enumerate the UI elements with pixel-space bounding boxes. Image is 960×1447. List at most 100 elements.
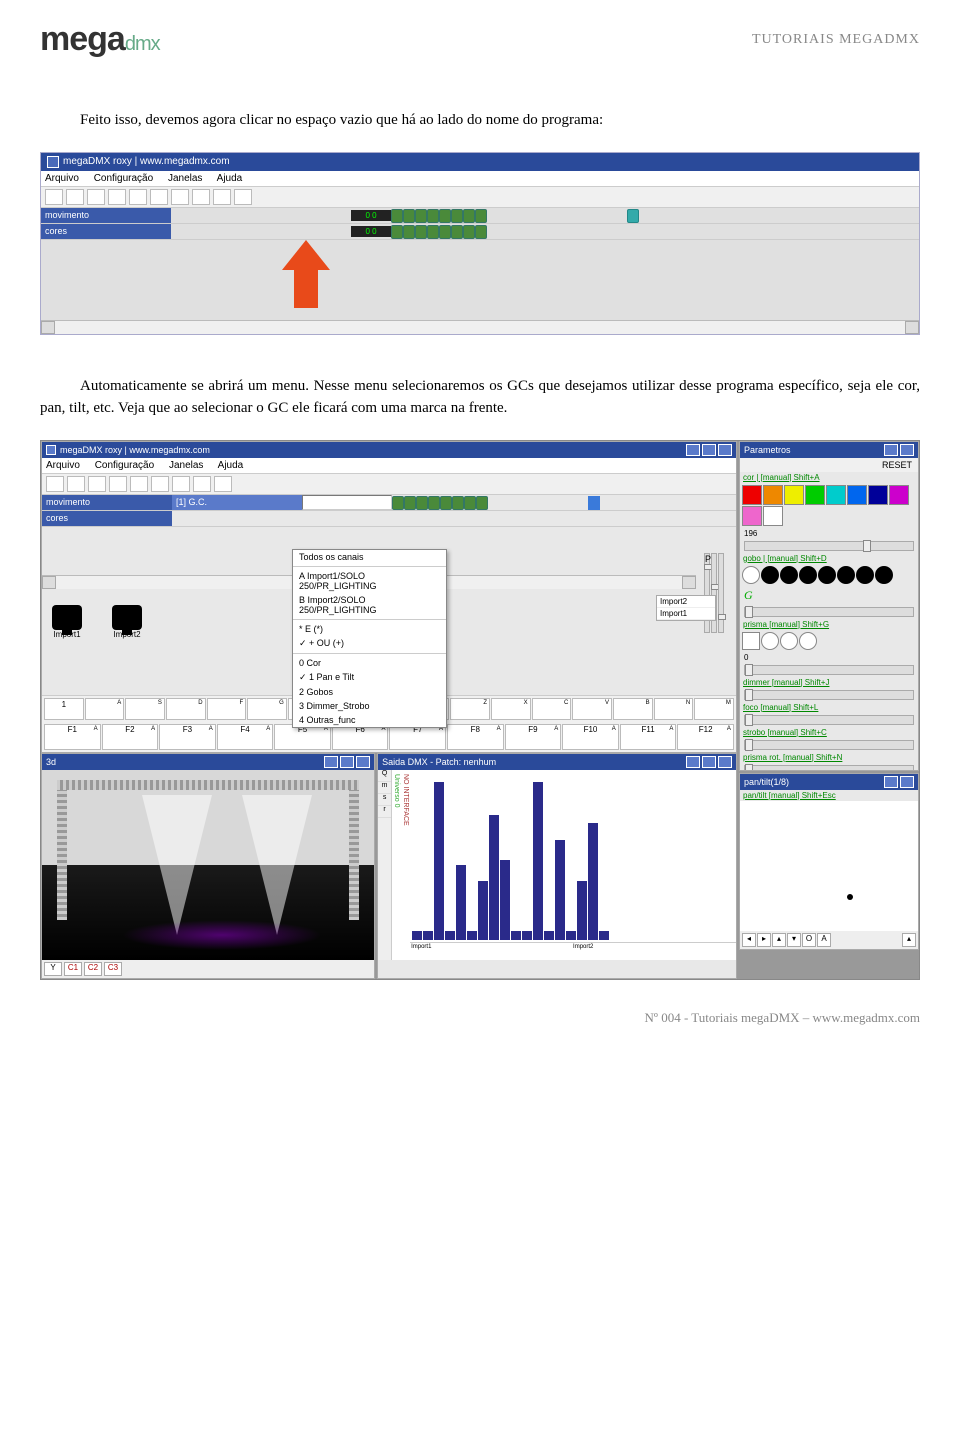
min-btn[interactable] [324,756,338,768]
cyan-block[interactable] [627,209,639,223]
fkey-f9[interactable]: F9A [505,724,562,750]
toolbar-btn[interactable] [234,189,252,205]
menu-arquivo[interactable]: Arquivo [45,173,79,184]
dmx-bar[interactable] [566,931,576,939]
key-n[interactable]: N [654,698,694,720]
green-block[interactable] [451,225,463,239]
gc-cell[interactable]: [1] G.C. [172,495,302,510]
green-block[interactable] [439,209,451,223]
foco-slider[interactable] [744,715,914,725]
stage-3d-view[interactable] [42,770,374,960]
key-g[interactable]: G [247,698,287,720]
ctx-dimmer[interactable]: 3 Dimmer_Strobo [293,699,446,713]
green-block[interactable] [392,496,404,510]
color-magenta[interactable] [889,485,909,505]
toolbar-btn[interactable] [67,476,85,492]
dmx-bar[interactable] [588,823,598,939]
pt-btn[interactable]: ▸ [757,933,771,947]
fixture-import1[interactable]: Import1 [52,605,82,639]
min-btn[interactable] [884,444,898,456]
toolbar-btn[interactable] [193,476,211,492]
strobo-slider[interactable] [744,740,914,750]
min-btn[interactable] [884,776,898,788]
gobo-icon[interactable] [856,566,874,584]
cor-slider[interactable] [744,541,914,551]
dmx-r-btn[interactable]: r [378,806,391,818]
max-btn[interactable] [702,756,716,768]
scroll-right[interactable] [682,576,696,589]
dmx-bar[interactable] [445,931,455,939]
track-label[interactable]: movimento [41,208,171,223]
fkey-f4[interactable]: F4A [217,724,274,750]
dmx-bar[interactable] [533,782,543,940]
toolbar-btn[interactable] [150,189,168,205]
green-block[interactable] [451,209,463,223]
dmx-s-btn[interactable]: s [378,794,391,806]
dmx-bar[interactable] [599,931,609,939]
dmx-bar[interactable] [500,860,510,940]
maximize-btn[interactable] [702,444,716,456]
fixture-import2[interactable]: Import2 [112,605,142,639]
dmx-bar[interactable] [544,931,554,939]
ctx-cor[interactable]: 0 Cor [293,656,446,670]
scroll-right-btn[interactable] [905,321,919,334]
color-yellow[interactable] [784,485,804,505]
dmx-bar[interactable] [577,881,587,939]
dmx-bar[interactable] [478,881,488,939]
menu-ajuda[interactable]: Ajuda [218,460,244,471]
ctx-e[interactable]: * E (*) [293,622,446,636]
pt-btn[interactable]: ▴ [772,933,786,947]
toolbar-btn[interactable] [88,476,106,492]
prisma-icon[interactable] [799,632,817,650]
toolbar-btn[interactable] [172,476,190,492]
fkey-f11[interactable]: F11A [620,724,677,750]
dmx-bar[interactable] [467,931,477,939]
green-block[interactable] [415,225,427,239]
menu-janelas[interactable]: Janelas [169,460,203,471]
slider-thumb[interactable] [745,606,753,618]
ctx-import2[interactable]: B Import2/SOLO 250/PR_LIGHTING [293,593,446,617]
pt-a-btn[interactable]: A [817,933,831,947]
toolbar-btn[interactable] [45,189,63,205]
track-label[interactable]: movimento [42,495,172,510]
ctx-gobos[interactable]: 2 Gobos [293,685,446,699]
ctx-todos[interactable]: Todos os canais [293,550,446,564]
vslider-a[interactable] [718,553,724,633]
green-block[interactable] [403,209,415,223]
prisma-icon[interactable] [761,632,779,650]
pt-o-btn[interactable]: O [802,933,816,947]
toolbar-btn[interactable] [87,189,105,205]
slider-thumb[interactable] [745,689,753,701]
green-block[interactable] [464,496,476,510]
scroll-track[interactable] [55,321,905,334]
green-block[interactable] [391,209,403,223]
dmx-bar[interactable] [522,931,532,939]
dmx-bar[interactable] [511,931,521,939]
toolbar-btn[interactable] [130,476,148,492]
slider-thumb[interactable] [718,614,726,620]
green-block[interactable] [391,225,403,239]
key-a[interactable]: A [85,698,125,720]
dmx-bar[interactable] [434,782,444,940]
toolbar-btn[interactable] [171,189,189,205]
toolbar-btn[interactable] [214,476,232,492]
sidelist-item[interactable]: Import2 [657,596,715,608]
key-m[interactable]: M [694,698,734,720]
input-cell[interactable] [302,495,392,510]
fkey-f1[interactable]: F1A [44,724,101,750]
dmx-bar[interactable] [412,931,422,939]
gobo-icon[interactable] [837,566,855,584]
green-block[interactable] [452,496,464,510]
key-b[interactable]: B [613,698,653,720]
gobo-icon[interactable] [742,566,760,584]
pt-btn[interactable]: ▾ [787,933,801,947]
green-block[interactable] [463,225,475,239]
param-prisma-label[interactable]: prisma [manual] Shift+G [740,619,918,630]
toolbar-btn[interactable] [46,476,64,492]
green-block[interactable] [428,496,440,510]
green-block[interactable] [427,225,439,239]
close-btn[interactable] [718,756,732,768]
dmx-q-btn[interactable]: Q [378,770,391,782]
ctx-import1[interactable]: A Import1/SOLO 250/PR_LIGHTING [293,569,446,593]
green-block[interactable] [463,209,475,223]
